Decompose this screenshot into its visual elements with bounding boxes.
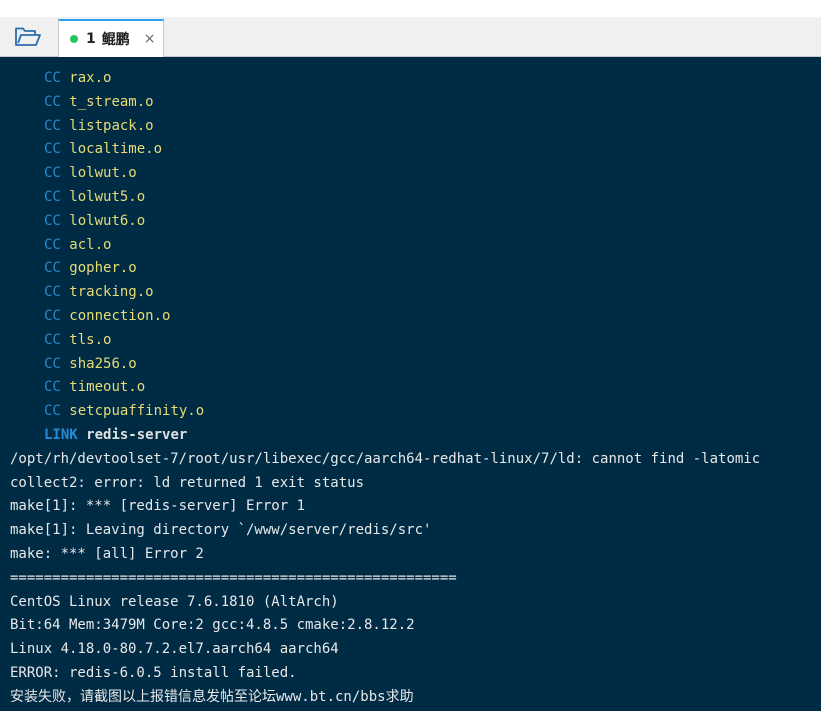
tab-number: 1: [86, 31, 96, 47]
compile-line: CC setcpuaffinity.o: [10, 400, 204, 422]
compile-line: CC tls.o: [10, 329, 111, 351]
object-file: localtime.o: [69, 141, 163, 158]
compile-command: CC: [44, 284, 61, 301]
compile-command: CC: [44, 189, 61, 205]
object-file: sha256.o: [69, 355, 137, 372]
tab-label: 鲲鹏: [101, 32, 130, 48]
output-line: make: *** [all] Error 2: [10, 546, 204, 562]
compile-command: CC: [44, 260, 61, 277]
compile-line: CC timeout.o: [10, 376, 145, 398]
compile-line: CC tracking.o: [10, 281, 154, 303]
tab-session[interactable]: 1 鲲鹏 ×: [58, 19, 164, 57]
compile-line: CC t_stream.o: [10, 91, 154, 113]
object-file: acl.o: [69, 236, 112, 253]
compile-command: CC: [44, 379, 61, 396]
object-file: lolwut5.o: [69, 189, 146, 205]
link-target: redis-server: [86, 427, 188, 443]
link-line: LINK redis-server: [10, 424, 187, 446]
tab-bar: 1 鲲鹏 ×: [0, 17, 821, 57]
output-line: Bit:64 Mem:3479M Core:2 gcc:4.8.5 cmake:…: [10, 617, 415, 634]
close-icon[interactable]: ×: [144, 31, 156, 47]
open-folder-button[interactable]: [8, 23, 48, 51]
compile-command: CC: [44, 331, 61, 348]
compile-line: CC lolwut5.o: [10, 186, 145, 208]
compile-line: CC listpack.o: [10, 115, 154, 137]
compile-command: CC: [44, 308, 61, 324]
compile-line: CC connection.o: [10, 305, 170, 327]
object-file: connection.o: [69, 308, 171, 324]
compile-command: CC: [44, 117, 61, 134]
compile-line: CC gopher.o: [10, 257, 137, 279]
link-command: LINK: [44, 427, 78, 443]
output-line: make[1]: Leaving directory `/www/server/…: [10, 522, 432, 539]
window-top-strip: [0, 0, 821, 17]
object-file: timeout.o: [69, 379, 146, 396]
object-file: gopher.o: [69, 260, 137, 277]
compile-command: CC: [44, 236, 61, 253]
compile-command: CC: [44, 355, 61, 372]
output-line: collect2: error: ld returned 1 exit stat…: [10, 474, 365, 491]
compile-line: CC acl.o: [10, 234, 111, 256]
output-line: CentOS Linux release 7.6.1810 (AltArch): [10, 593, 339, 610]
output-line: ERROR: redis-6.0.5 install failed.: [10, 665, 297, 681]
object-file: setcpuaffinity.o: [69, 403, 205, 420]
output-line: ========================================…: [10, 569, 457, 586]
compile-line: CC localtime.o: [10, 138, 162, 160]
compile-line: CC lolwut6.o: [10, 210, 145, 232]
compile-line: CC sha256.o: [10, 353, 137, 375]
object-file: tls.o: [69, 331, 112, 348]
output-line: 安装失败，请截图以上报错信息发帖至论坛www.bt.cn/bbs求助: [10, 688, 414, 705]
output-line: /opt/rh/devtoolset-7/root/usr/libexec/gc…: [10, 450, 761, 467]
connection-status-icon: [70, 35, 78, 43]
compile-command: CC: [44, 165, 61, 182]
compile-command: CC: [44, 141, 61, 158]
compile-line: CC rax.o: [10, 67, 111, 89]
object-file: lolwut.o: [69, 165, 137, 182]
compile-line: CC lolwut.o: [10, 162, 137, 184]
object-file: listpack.o: [69, 117, 154, 134]
compile-command: CC: [44, 212, 61, 229]
object-file: rax.o: [69, 70, 112, 86]
object-file: t_stream.o: [69, 93, 154, 110]
terminal-output[interactable]: CC rax.o CC t_stream.o CC listpack.o CC loc…: [0, 57, 821, 711]
object-file: tracking.o: [69, 284, 154, 301]
folder-open-icon: [15, 27, 41, 46]
object-file: lolwut6.o: [69, 212, 146, 229]
compile-command: CC: [44, 70, 61, 86]
compile-command: CC: [44, 93, 61, 110]
output-line: Linux 4.18.0-80.7.2.el7.aarch64 aarch64: [10, 641, 339, 658]
output-line: make[1]: *** [redis-server] Error 1: [10, 498, 306, 515]
compile-command: CC: [44, 403, 61, 420]
